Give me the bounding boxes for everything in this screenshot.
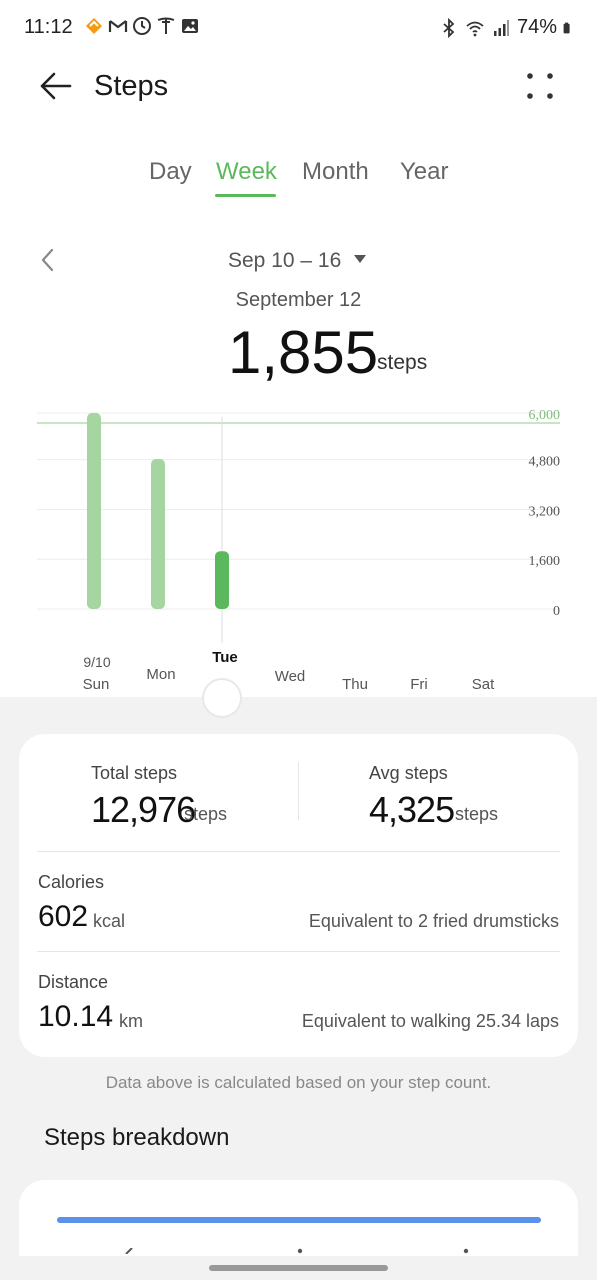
selected-date: September 12 xyxy=(235,289,362,311)
signal-icon xyxy=(493,19,509,36)
chart-y-tick-label: 1,600 xyxy=(529,554,561,569)
tesla-icon xyxy=(157,17,175,34)
chart-y-tick-label: 6,000 xyxy=(529,408,561,423)
system-nav-bar xyxy=(0,1256,597,1280)
chart-y-tick-label: 4,800 xyxy=(529,455,561,470)
chart-y-tick-label: 3,200 xyxy=(529,504,561,519)
breakdown-progress-bar xyxy=(57,1217,541,1223)
wifi-icon xyxy=(466,21,484,36)
chart-x-label-thu: Thu xyxy=(342,676,368,693)
summary-card: Total steps 12,976 steps Avg steps 4,325… xyxy=(19,734,578,1057)
chart-x-label-wed: Wed xyxy=(275,668,306,685)
battery-level: 74% xyxy=(516,16,557,38)
back-arrow-icon[interactable] xyxy=(36,66,76,106)
calculation-note: Data above is calculated based on your s… xyxy=(105,1073,492,1092)
calories-unit: kcal xyxy=(93,911,126,931)
home-gesture-bar[interactable] xyxy=(209,1265,388,1271)
selected-steps-value: 1,855 xyxy=(228,319,379,386)
total-steps-value: 12,976 xyxy=(91,789,196,830)
chart-bar-sun xyxy=(87,413,101,609)
dropdown-caret-icon[interactable] xyxy=(353,254,367,264)
tab-month[interactable]: Month xyxy=(302,158,369,186)
avg-steps-label: Avg steps xyxy=(369,763,448,783)
breakdown-marker-icon xyxy=(125,1248,133,1254)
total-steps-unit: steps xyxy=(184,804,228,824)
calories-value: 602 xyxy=(38,900,89,933)
chart-scroll-knob[interactable] xyxy=(204,680,240,716)
gallery-icon xyxy=(182,19,198,33)
chart-x-label-sun: Sun xyxy=(83,676,110,693)
distance-label: Distance xyxy=(38,972,109,992)
divider xyxy=(298,762,299,820)
calories-label: Calories xyxy=(38,872,105,892)
breakdown-marker-icon xyxy=(297,1248,303,1254)
bluetooth-icon xyxy=(443,17,455,38)
avg-steps-unit: steps xyxy=(455,804,499,824)
chart-bar-mon xyxy=(151,459,165,609)
weekly-steps-chart[interactable]: 0 1,600 3,200 4,800 6,000 Sun Mon Tue Wed Thu Fri S… xyxy=(0,395,597,705)
breakdown-marker-icon xyxy=(463,1248,469,1254)
divider xyxy=(37,951,560,952)
period-tabs: Day Week Month Year xyxy=(0,158,597,202)
previous-week-icon[interactable] xyxy=(36,246,60,274)
distance-value: 10.14 xyxy=(38,1000,114,1033)
active-tab-indicator xyxy=(215,194,276,197)
calories-equivalent: Equivalent to 2 fried drumsticks xyxy=(308,911,559,931)
chart-x-label-tue: Tue xyxy=(212,649,238,666)
distance-equivalent: Equivalent to walking 25.34 laps xyxy=(301,1011,559,1031)
chart-bar-tue xyxy=(215,551,229,609)
orange-badge-icon xyxy=(86,18,102,34)
chart-x-label-fri: Fri xyxy=(410,676,428,693)
clock-icon xyxy=(133,17,151,35)
distance-unit: km xyxy=(119,1011,143,1031)
status-bar: 11:12 74% xyxy=(0,0,597,56)
avg-steps-value: 4,325 xyxy=(369,789,455,830)
chart-x-label-sat: Sat xyxy=(472,676,495,693)
status-time: 11:12 xyxy=(24,16,73,38)
tab-year[interactable]: Year xyxy=(400,158,449,186)
divider xyxy=(37,851,560,852)
breakdown-progress-fill xyxy=(57,1217,541,1223)
more-options-icon[interactable] xyxy=(524,70,556,102)
chart-first-date-label: 9/10 xyxy=(83,654,110,670)
selected-steps-unit: steps xyxy=(377,351,428,374)
chart-y-tick-label: 0 xyxy=(553,604,560,619)
tab-week[interactable]: Week xyxy=(216,158,277,186)
page-title: Steps xyxy=(94,70,169,102)
top-panel: 11:12 74% Steps Day Week Month Year Sep … xyxy=(0,0,597,697)
tab-day[interactable]: Day xyxy=(149,158,192,186)
chart-x-label-mon: Mon xyxy=(146,666,175,683)
total-steps-label: Total steps xyxy=(91,763,178,783)
gmail-icon xyxy=(108,20,128,32)
battery-icon xyxy=(563,22,570,33)
week-range-selector[interactable]: Sep 10 – 16 xyxy=(228,249,341,273)
steps-breakdown-title: Steps breakdown xyxy=(44,1124,230,1151)
